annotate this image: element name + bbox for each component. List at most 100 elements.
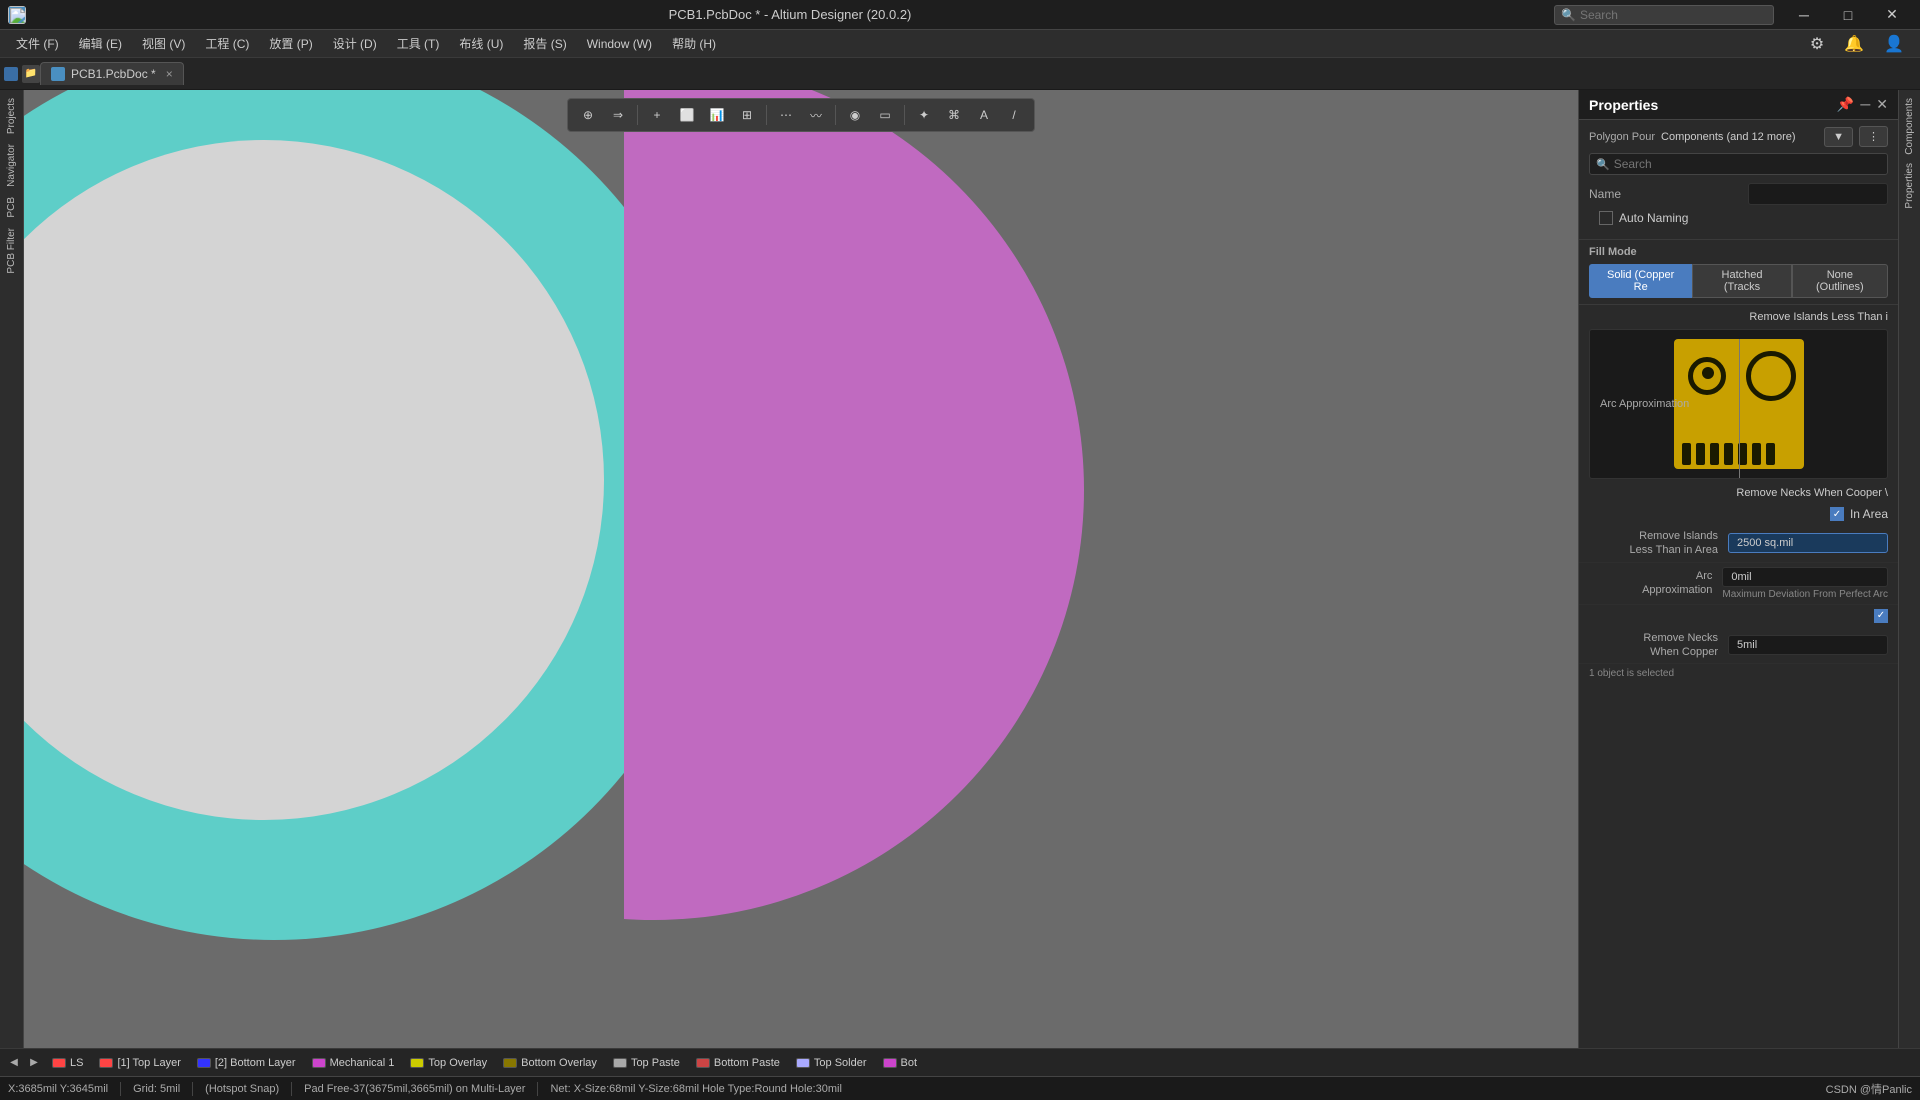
arc-approx-label: Arc Approximation [1589, 569, 1722, 598]
status-grid: Grid: 5mil [133, 1083, 180, 1095]
panel-close-icon[interactable]: ✕ [1876, 96, 1888, 113]
layer-mechanical[interactable]: Mechanical 1 [306, 1055, 401, 1071]
layer-bot[interactable]: Bot [877, 1055, 924, 1071]
notification-icon[interactable]: 🔔 [1836, 32, 1872, 56]
in-area-row: ✓ In Area [1579, 503, 1898, 525]
layer-nav-next[interactable]: ▶ [26, 1055, 42, 1071]
auto-naming-checkbox[interactable] [1599, 211, 1613, 225]
arc-option-checkbox[interactable]: ✓ [1874, 609, 1888, 623]
tool-rect[interactable]: ⬜ [673, 102, 701, 128]
menu-project[interactable]: 工程 (C) [197, 32, 257, 55]
filter-extra-button[interactable]: ⋮ [1859, 126, 1888, 147]
layer-bar: ◀ ▶ LS [1] Top Layer [2] Bottom Layer Me… [0, 1048, 1920, 1076]
preview-pad-6 [1752, 443, 1761, 465]
selected-count-note: 1 object is selected [1579, 664, 1898, 683]
tool-grid[interactable]: ⊞ [733, 102, 761, 128]
layer-bottom-overlay-color [503, 1058, 517, 1068]
layer-bot-label: Bot [901, 1057, 918, 1069]
layer-bottom-paste[interactable]: Bottom Paste [690, 1055, 786, 1071]
sidebar-item-projects[interactable]: Projects [4, 94, 19, 138]
menu-window[interactable]: Window (W) [579, 34, 660, 54]
title-search-input[interactable] [1580, 8, 1760, 22]
menu-report[interactable]: 报告 (S) [515, 32, 574, 55]
tool-route[interactable]: ⋯ [772, 102, 800, 128]
panel-minimize-icon[interactable]: ─ [1860, 96, 1870, 113]
name-value-input[interactable] [1748, 183, 1888, 205]
layer-bottom[interactable]: [2] Bottom Layer [191, 1055, 302, 1071]
remove-islands-header: Remove Islands Less Than i [1579, 305, 1898, 325]
toolbar-separator-1 [637, 105, 638, 125]
menu-design[interactable]: 设计 (D) [325, 32, 385, 55]
tool-component[interactable]: ⌘ [940, 102, 968, 128]
fill-solid-button[interactable]: Solid (Copper Re [1589, 264, 1692, 298]
layer-bottom-color [197, 1058, 211, 1068]
sidebar-item-pcb[interactable]: PCB [4, 193, 19, 222]
sidebar-item-properties[interactable]: Properties [1902, 159, 1917, 213]
tool-select[interactable]: ⇒ [604, 102, 632, 128]
remove-necks-value-input[interactable] [1728, 635, 1888, 655]
tool-add[interactable]: + [643, 102, 671, 128]
tool-text[interactable]: A [970, 102, 998, 128]
canvas-area[interactable]: ⊕ ⇒ + ⬜ 📊 ⊞ ⋯ 〰 ◉ ▭ ✦ ⌘ A / [24, 90, 1578, 1048]
preview-pad-1 [1682, 443, 1691, 465]
fill-none-button[interactable]: None (Outlines) [1792, 264, 1888, 298]
sidebar-item-pcb-filter[interactable]: PCB Filter [4, 224, 19, 278]
layer-top-overlay[interactable]: Top Overlay [404, 1055, 493, 1071]
sidebar-item-navigator[interactable]: Navigator [4, 140, 19, 191]
preview-pad-3 [1710, 443, 1719, 465]
fill-hatched-button[interactable]: Hatched (Tracks [1692, 264, 1791, 298]
layer-top-solder[interactable]: Top Solder [790, 1055, 873, 1071]
arc-approx-value-input[interactable] [1722, 567, 1888, 587]
layer-ls[interactable]: LS [46, 1055, 89, 1071]
remove-islands-value-input[interactable] [1728, 533, 1888, 553]
account-icon[interactable]: 👤 [1876, 32, 1912, 56]
tool-circle[interactable]: ◉ [841, 102, 869, 128]
minimize-button[interactable]: ─ [1784, 0, 1824, 30]
menu-file[interactable]: 文件 (F) [8, 32, 67, 55]
tool-filter[interactable]: ⊕ [574, 102, 602, 128]
status-sep-1 [120, 1082, 121, 1096]
components-label: Components (and 12 more) [1661, 131, 1818, 143]
menu-help[interactable]: 帮助 (H) [664, 32, 724, 55]
panel-scroll-area[interactable]: Polygon Pour Components (and 12 more) ▼ … [1579, 120, 1898, 1048]
projects-sidebar-icon[interactable]: 📁 [22, 65, 40, 83]
restore-button[interactable]: □ [1828, 0, 1868, 30]
tool-wave[interactable]: 〰 [802, 102, 830, 128]
tool-line[interactable]: / [1000, 102, 1028, 128]
layer-top[interactable]: [1] Top Layer [93, 1055, 186, 1071]
layer-ls-label: LS [70, 1057, 83, 1069]
tool-chart[interactable]: 📊 [703, 102, 731, 128]
toolbar-separator-2 [766, 105, 767, 125]
tool-pin[interactable]: ✦ [910, 102, 938, 128]
layer-nav-prev[interactable]: ◀ [6, 1055, 22, 1071]
sidebar-item-components[interactable]: Components [1902, 94, 1917, 159]
menu-view[interactable]: 视图 (V) [134, 32, 193, 55]
status-right-label: CSDN @情Panlic [1826, 1081, 1912, 1097]
panel-search-input[interactable] [1614, 157, 1881, 171]
search-icon: 🔍 [1561, 8, 1576, 22]
layer-top-paste[interactable]: Top Paste [607, 1055, 686, 1071]
layer-bottom-label: [2] Bottom Layer [215, 1057, 296, 1069]
toolbar: ⊕ ⇒ + ⬜ 📊 ⊞ ⋯ 〰 ◉ ▭ ✦ ⌘ A / [567, 98, 1035, 132]
tab-close-button[interactable]: × [166, 67, 173, 81]
arc-checkbox-row: ✓ [1579, 605, 1898, 627]
toolbar-separator-4 [904, 105, 905, 125]
settings-icon[interactable]: ⚙ [1802, 32, 1832, 56]
fill-mode-buttons: Solid (Copper Re Hatched (Tracks None (O… [1589, 264, 1888, 298]
in-area-checkbox[interactable]: ✓ [1830, 507, 1844, 521]
menu-place[interactable]: 放置 (P) [261, 32, 320, 55]
status-sep-3 [291, 1082, 292, 1096]
title-search-box[interactable]: 🔍 [1554, 5, 1774, 25]
tool-fill[interactable]: ▭ [871, 102, 899, 128]
filter-button[interactable]: ▼ [1824, 127, 1853, 147]
preview-pcb [1674, 339, 1804, 469]
pin-icon[interactable]: 📌 [1837, 96, 1854, 113]
menu-route[interactable]: 布线 (U) [451, 32, 511, 55]
preview-pads [1682, 443, 1775, 465]
menu-edit[interactable]: 编辑 (E) [71, 32, 130, 55]
layer-top-color [99, 1058, 113, 1068]
close-button[interactable]: ✕ [1872, 0, 1912, 30]
layer-bottom-overlay[interactable]: Bottom Overlay [497, 1055, 603, 1071]
menu-tools[interactable]: 工具 (T) [389, 32, 448, 55]
pcb-tab[interactable]: PCB1.PcbDoc * × [40, 62, 184, 85]
